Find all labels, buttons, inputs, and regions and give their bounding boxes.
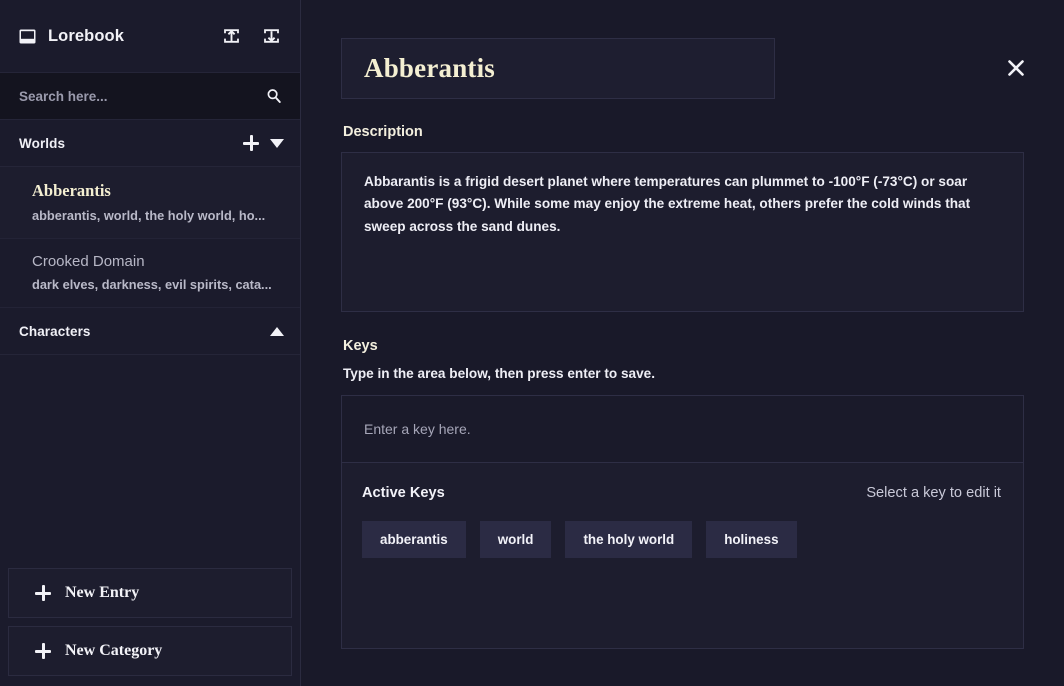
keys-label: Keys: [343, 338, 1024, 354]
sidebar-header: Lorebook: [0, 0, 300, 73]
export-icon[interactable]: [260, 25, 282, 47]
plus-icon: [35, 643, 51, 659]
key-input-wrapper: [341, 395, 1024, 463]
sidebar-header-actions: [220, 25, 282, 47]
close-icon[interactable]: [1002, 54, 1030, 82]
entry-list-worlds: Abberantis abberantis, world, the holy w…: [0, 167, 300, 308]
entry-detail-panel: Abberantis Description Abbarantis is a f…: [301, 0, 1064, 686]
key-chip[interactable]: world: [480, 521, 552, 558]
category-label-worlds: Worlds: [19, 136, 242, 151]
book-icon: [19, 29, 36, 44]
chevron-down-icon[interactable]: [270, 139, 284, 148]
search-icon[interactable]: [266, 88, 282, 104]
list-item[interactable]: Crooked Domain dark elves, darkness, evi…: [0, 239, 300, 308]
new-entry-button[interactable]: New Entry: [8, 568, 292, 618]
key-chip[interactable]: abberantis: [362, 521, 466, 558]
app-title: Lorebook: [48, 27, 124, 46]
sidebar-spacer: [0, 355, 300, 560]
import-icon[interactable]: [220, 25, 242, 47]
new-category-button[interactable]: New Category: [8, 626, 292, 676]
entry-name: Crooked Domain: [32, 253, 280, 270]
plus-icon: [35, 585, 51, 601]
key-chip[interactable]: the holy world: [565, 521, 692, 558]
active-keys-panel: Active Keys Select a key to edit it abbe…: [341, 463, 1024, 649]
new-entry-label: New Entry: [65, 584, 139, 602]
entry-keys-preview: dark elves, darkness, evil spirits, cata…: [32, 277, 280, 292]
keys-hint: Type in the area below, then press enter…: [343, 366, 1024, 381]
page-title: Abberantis: [364, 53, 495, 84]
active-keys-hint: Select a key to edit it: [866, 485, 1001, 501]
sidebar-category-worlds[interactable]: Worlds: [0, 120, 300, 167]
list-item[interactable]: Abberantis abberantis, world, the holy w…: [0, 167, 300, 239]
sidebar-category-characters[interactable]: Characters: [0, 308, 300, 355]
lorebook-app: Lorebook: [0, 0, 1064, 686]
search-bar: [0, 73, 300, 120]
category-actions-worlds: [242, 134, 284, 152]
description-label: Description: [343, 124, 1024, 140]
entry-keys-preview: abberantis, world, the holy world, ho...: [32, 208, 280, 223]
search-input[interactable]: [19, 89, 266, 104]
category-actions-characters: [270, 327, 284, 336]
new-category-label: New Category: [65, 642, 162, 660]
key-chip[interactable]: holiness: [706, 521, 796, 558]
entry-name: Abberantis: [32, 181, 280, 201]
active-keys-title: Active Keys: [362, 485, 445, 501]
category-label-characters: Characters: [19, 324, 270, 339]
description-field[interactable]: Abbarantis is a frigid desert planet whe…: [341, 152, 1024, 312]
active-keys-chip-list: abberantis world the holy world holiness: [362, 521, 1001, 558]
plus-icon[interactable]: [242, 134, 260, 152]
active-keys-header: Active Keys Select a key to edit it: [362, 485, 1001, 501]
sidebar-footer: New Entry New Category: [0, 560, 300, 686]
description-text: Abbarantis is a frigid desert planet whe…: [364, 171, 1001, 238]
chevron-up-icon[interactable]: [270, 327, 284, 336]
entry-title-field[interactable]: Abberantis: [341, 38, 775, 99]
key-input[interactable]: [364, 421, 1001, 437]
sidebar-brand: Lorebook: [19, 27, 220, 46]
sidebar: Lorebook: [0, 0, 301, 686]
